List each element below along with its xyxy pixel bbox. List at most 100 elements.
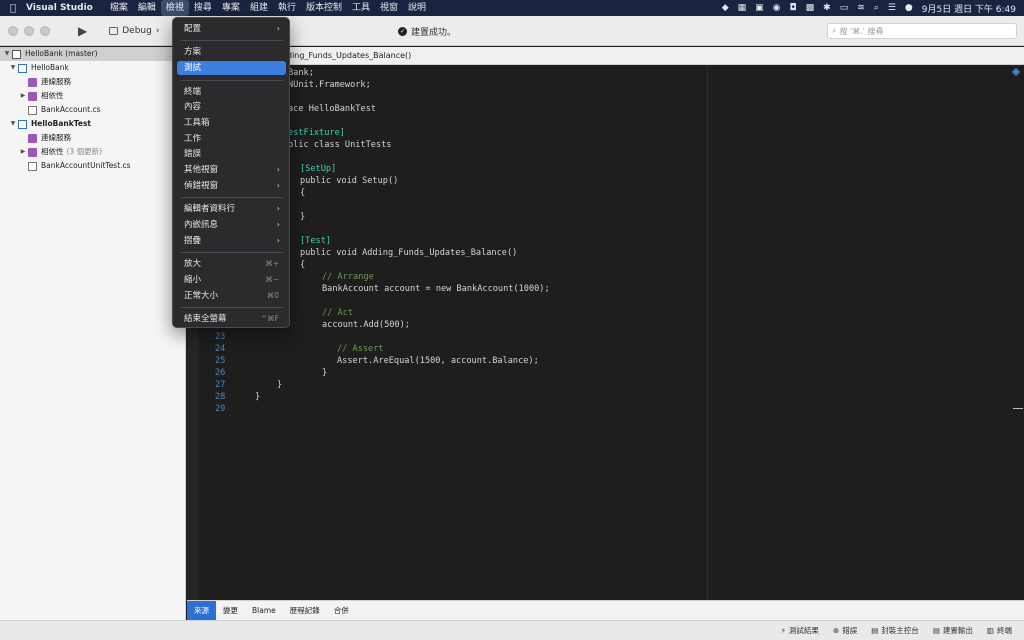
menu-item-test[interactable]: 測試 (177, 61, 286, 75)
tree-connected-services[interactable]: 連線服務 (0, 131, 185, 145)
menu-item-properties[interactable]: 內容 (177, 100, 286, 114)
tab-history[interactable]: 歷程記錄 (283, 601, 327, 621)
menu-edit[interactable]: 編輯 (133, 0, 161, 16)
menu-version-control[interactable]: 版本控制 (301, 0, 347, 16)
menu-separator (181, 197, 283, 198)
control-center-icon[interactable]: ☰ (888, 3, 896, 13)
tree-solution[interactable]: ▼ HelloBank (master) (0, 47, 185, 61)
console-icon: ▤ (871, 626, 879, 635)
errors-button[interactable]: ⊗ 錯誤 (833, 625, 857, 636)
configuration-selector[interactable]: Debug › (109, 26, 159, 36)
terminal-button[interactable]: ▥ 終端 (987, 625, 1012, 636)
menu-item-layout[interactable]: 配置 › (177, 22, 286, 36)
menu-item-debug-windows[interactable]: 偵錯視窗 › (177, 179, 286, 193)
menu-item-zoom-out[interactable]: 縮小 ⌘− (177, 273, 286, 287)
expand-arrow-icon[interactable]: ▼ (8, 117, 18, 131)
menu-item-toolbox[interactable]: 工具箱 (177, 116, 286, 130)
close-icon[interactable] (8, 25, 18, 36)
menu-item-errors[interactable]: 錯誤 (177, 147, 286, 161)
tab-blame[interactable]: Blame (245, 601, 283, 621)
tree-file-bankaccountunittest[interactable]: BankAccountUnitTest.cs (0, 159, 185, 173)
bluetooth-icon[interactable]: ✱ (823, 3, 831, 13)
search-input[interactable]: ⌕ 按 '⌘.' 搜尋 (827, 23, 1017, 39)
tree-label: 相依性 (41, 91, 64, 100)
code-text: public void Setup() (300, 176, 399, 186)
menu-item-solution[interactable]: 方案 (177, 45, 286, 59)
tree-connected-services[interactable]: 連線服務 (0, 75, 185, 89)
line-number: 26 (215, 368, 226, 378)
tree-label: 連線服務 (41, 77, 71, 86)
tree-project-hellobanktest[interactable]: ▼ HelloBankTest (0, 117, 185, 131)
tree-project-hellobank[interactable]: ▼ HelloBank (0, 61, 185, 75)
csharp-file-icon (28, 105, 37, 115)
code-text: [Test] (300, 236, 332, 246)
menu-item-zoom-in[interactable]: 放大 ⌘+ (177, 257, 286, 271)
battery-icon[interactable]: ▭ (840, 3, 849, 13)
menu-help[interactable]: 說明 (403, 0, 431, 16)
wifi-icon[interactable]: ≋ (857, 3, 865, 13)
menu-run[interactable]: 執行 (273, 0, 301, 16)
menu-item-label: 編輯者資料行 (184, 204, 236, 214)
input-method-icon[interactable]: ▩ (806, 3, 815, 13)
tree-label: BankAccountUnitTest.cs (41, 161, 131, 170)
menu-search[interactable]: 搜尋 (189, 0, 217, 16)
menu-item-label: 配置 (184, 24, 202, 34)
menu-item-other-windows[interactable]: 其他視窗 › (177, 163, 286, 177)
clock[interactable]: 9月5日 週日 下午 6:49 (922, 2, 1016, 15)
menu-item-inline-messages[interactable]: 內嵌訊息 › (177, 218, 286, 232)
menu-item-folding[interactable]: 摺疊 › (177, 234, 286, 248)
expand-arrow-icon[interactable]: ▼ (8, 61, 18, 75)
expand-arrow-icon[interactable]: ▼ (2, 47, 12, 61)
menu-item-label: 摺疊 (184, 236, 202, 246)
code-text: // Act (322, 308, 354, 318)
menu-file[interactable]: 檔案 (105, 0, 133, 16)
editor-navbar: ding_Funds_Updates_Balance() (187, 47, 1024, 65)
minimize-icon[interactable] (24, 25, 34, 36)
package-console-button[interactable]: ▤ 封裝主控台 (871, 625, 919, 636)
tree-file-bankaccount[interactable]: BankAccount.cs (0, 103, 185, 117)
camera-icon[interactable]: ◘ (790, 3, 797, 13)
app-name-menu[interactable]: Visual Studio (26, 3, 93, 13)
clipboard-icon[interactable]: ▣ (755, 3, 764, 13)
code-text: } (277, 380, 283, 390)
menu-item-tasks[interactable]: 工作 (177, 132, 286, 146)
menu-item-exit-fullscreen[interactable]: 結束全螢幕 ^⌘F (177, 312, 286, 326)
menu-tools[interactable]: 工具 (347, 0, 375, 16)
elephant-icon[interactable]: ◆ (722, 3, 729, 13)
play-circle-icon[interactable]: ◉ (773, 3, 781, 13)
menu-item-editor-columns[interactable]: 編輯者資料行 › (177, 202, 286, 216)
apple-icon[interactable]:  (0, 3, 26, 14)
tree-dependencies[interactable]: ▶ 相依性 (3 個更新) (0, 145, 185, 159)
line-number: 29 (215, 404, 226, 414)
zoom-icon[interactable] (40, 25, 50, 36)
line-number: 23 (215, 332, 226, 342)
menu-separator (181, 252, 283, 253)
code-text: // Assert (337, 344, 384, 354)
toolbar: ▶ Debug › ✓ 建置成功。 ⌕ 按 '⌘.' 搜尋 (0, 16, 1024, 46)
menu-item-terminal[interactable]: 終端 (177, 85, 286, 99)
menu-build[interactable]: 組建 (245, 0, 273, 16)
menu-window[interactable]: 視窗 (375, 0, 403, 16)
collapse-arrow-icon[interactable]: ▶ (18, 89, 28, 103)
code-text: blic class UnitTests (288, 140, 392, 150)
run-button[interactable]: ▶ (78, 24, 87, 38)
collapse-arrow-icon[interactable]: ▶ (18, 145, 28, 159)
siri-icon[interactable]: ● (905, 3, 913, 13)
menu-item-label: 錯誤 (184, 149, 202, 159)
tab-source[interactable]: 來源 (187, 600, 216, 621)
menu-view[interactable]: 檢視 (160, 0, 189, 16)
tree-dependencies[interactable]: ▶ 相依性 (0, 89, 185, 103)
test-results-button[interactable]: ⚡ 測試結果 (781, 625, 819, 636)
project-icon (18, 119, 27, 129)
submenu-arrow-icon: › (276, 220, 280, 229)
menu-item-shortcut: ⌘0 (266, 291, 279, 300)
tab-merge[interactable]: 合併 (327, 601, 356, 621)
build-output-button[interactable]: ▤ 建置輸出 (933, 625, 973, 636)
menu-project[interactable]: 專案 (217, 0, 245, 16)
grid-icon[interactable]: ▦ (738, 3, 747, 13)
menu-item-normal-size[interactable]: 正常大小 ⌘0 (177, 289, 286, 303)
code-editor[interactable]: Bank; NUnit.Framework; ace HelloBankTest es… (187, 65, 1024, 600)
tab-changes[interactable]: 變更 (216, 601, 245, 621)
spotlight-icon[interactable]: ⌕ (874, 3, 879, 13)
column-ruler (707, 65, 708, 600)
